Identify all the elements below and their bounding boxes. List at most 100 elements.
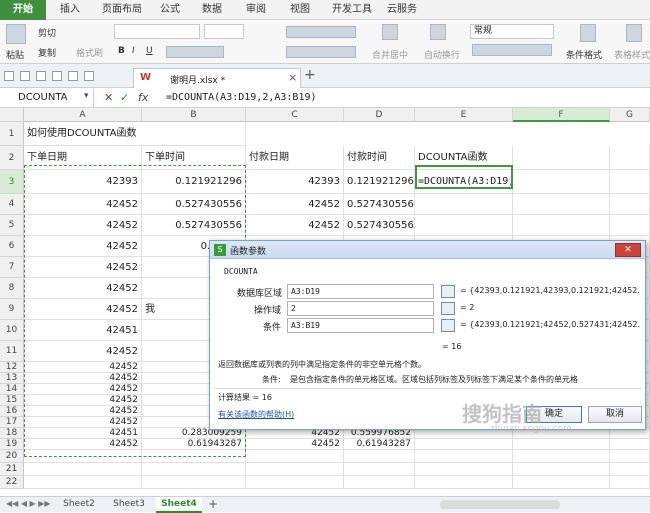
table-cell[interactable] xyxy=(610,476,650,489)
tab-formulas[interactable]: 公式 xyxy=(152,0,188,20)
column-header-g[interactable]: G xyxy=(610,108,650,122)
border-fill-icons[interactable] xyxy=(166,46,224,58)
row-header[interactable]: 14 xyxy=(0,384,24,395)
redo-icon[interactable] xyxy=(84,71,94,81)
name-box-dropdown-icon[interactable]: ▾ xyxy=(84,91,89,101)
row-header[interactable]: 7 xyxy=(0,257,24,278)
column-header-a[interactable]: A xyxy=(24,108,142,122)
row-header[interactable]: 6 xyxy=(0,236,24,257)
table-cell[interactable]: 0.61943287 xyxy=(344,439,415,450)
table-cell[interactable]: 42452 xyxy=(246,439,344,450)
align-icons[interactable] xyxy=(286,26,356,38)
range-picker-icon[interactable] xyxy=(441,302,455,315)
close-tab-icon[interactable]: × xyxy=(288,71,297,84)
preview-icon[interactable] xyxy=(52,71,62,81)
table-cell[interactable] xyxy=(610,463,650,476)
sheet-nav-icon[interactable]: ◀◀ ◀ ▶ ▶▶ xyxy=(6,499,51,508)
tab-review[interactable]: 审阅 xyxy=(238,0,274,20)
table-cell[interactable]: 付款时间 xyxy=(344,146,415,170)
dialog-close-button[interactable]: ✕ xyxy=(615,243,641,257)
table-cell[interactable] xyxy=(513,146,610,170)
table-cell[interactable] xyxy=(415,476,513,489)
range-picker-icon[interactable] xyxy=(441,285,455,298)
number-format-icons[interactable] xyxy=(472,44,552,56)
row-header[interactable]: 10 xyxy=(0,320,24,341)
column-header-f[interactable]: F xyxy=(513,108,610,122)
table-cell[interactable] xyxy=(513,476,610,489)
row-header[interactable]: 9 xyxy=(0,299,24,320)
column-header-c[interactable]: C xyxy=(246,108,344,122)
open-icon[interactable] xyxy=(4,71,14,81)
row-header[interactable]: 13 xyxy=(0,373,24,384)
table-cell[interactable] xyxy=(415,450,513,463)
table-cell[interactable]: 42452 xyxy=(246,194,344,215)
font-size-select[interactable] xyxy=(204,24,244,39)
sheet-tab-sheet3[interactable]: Sheet3 xyxy=(106,497,152,513)
row-header[interactable]: 16 xyxy=(0,406,24,417)
row-header[interactable]: 3 xyxy=(0,170,24,194)
conditional-format-button[interactable]: 条件格式 xyxy=(566,48,602,61)
table-cell[interactable]: 42393 xyxy=(246,170,344,194)
column-header-d[interactable]: D xyxy=(344,108,415,122)
tab-view[interactable]: 视图 xyxy=(282,0,318,20)
table-cell[interactable] xyxy=(513,450,610,463)
table-cell[interactable] xyxy=(24,476,142,489)
tab-home[interactable]: 开始 xyxy=(0,0,46,20)
print-icon[interactable] xyxy=(36,71,46,81)
column-header-e[interactable]: E xyxy=(415,108,513,122)
table-cell[interactable] xyxy=(246,463,344,476)
table-cell[interactable] xyxy=(415,215,513,236)
column-header-b[interactable]: B xyxy=(142,108,246,122)
sheet-tab-sheet2[interactable]: Sheet2 xyxy=(56,497,102,513)
table-cell[interactable]: 0.121921296 xyxy=(344,170,415,194)
row-header[interactable]: 19 xyxy=(0,439,24,450)
table-cell[interactable] xyxy=(610,194,650,215)
formula-input[interactable]: =DCOUNTA(A3:D19,2,A3:B19) xyxy=(166,88,317,108)
table-style-icon[interactable] xyxy=(626,24,642,42)
table-cell[interactable] xyxy=(142,463,246,476)
table-cell[interactable] xyxy=(513,463,610,476)
tab-developer[interactable]: 开发工具 xyxy=(326,0,378,20)
wrap-text-icon[interactable] xyxy=(430,24,446,40)
horizontal-scrollbar[interactable] xyxy=(440,500,560,509)
tab-page-layout[interactable]: 页面布局 xyxy=(94,0,150,20)
table-cell[interactable] xyxy=(246,450,344,463)
row-header[interactable]: 21 xyxy=(0,463,24,476)
format-painter-button[interactable]: 格式刷 xyxy=(76,46,103,59)
table-cell[interactable] xyxy=(246,476,344,489)
table-cell[interactable]: 0.527430556 xyxy=(344,194,415,215)
save-icon[interactable] xyxy=(20,71,30,81)
font-family-select[interactable] xyxy=(114,24,200,39)
table-cell[interactable] xyxy=(610,146,650,170)
new-tab-icon[interactable]: + xyxy=(304,67,316,83)
table-style-button[interactable]: 表格样式 xyxy=(614,48,650,61)
table-cell[interactable] xyxy=(142,476,246,489)
paste-button[interactable]: 粘贴 xyxy=(6,48,24,61)
row-header[interactable]: 20 xyxy=(0,450,24,463)
add-sheet-icon[interactable]: + xyxy=(208,497,218,511)
row-header[interactable]: 2 xyxy=(0,146,24,170)
row-header[interactable]: 15 xyxy=(0,395,24,406)
tab-insert[interactable]: 插入 xyxy=(50,0,90,20)
table-cell[interactable] xyxy=(513,215,610,236)
wrap-text-button[interactable]: 自动换行 xyxy=(424,48,460,61)
row-header[interactable]: 12 xyxy=(0,362,24,373)
table-cell[interactable] xyxy=(610,450,650,463)
row-header[interactable]: 4 xyxy=(0,194,24,215)
table-cell[interactable] xyxy=(610,170,650,194)
align-icons-row2[interactable] xyxy=(286,46,356,58)
name-box[interactable]: DCOUNTA xyxy=(0,89,94,107)
cancel-button[interactable]: 取消 xyxy=(588,406,642,423)
table-cell[interactable] xyxy=(344,450,415,463)
table-cell[interactable] xyxy=(24,463,142,476)
table-cell[interactable] xyxy=(610,439,650,450)
table-cell[interactable] xyxy=(344,463,415,476)
bold-button[interactable]: B xyxy=(118,46,125,56)
cut-button[interactable]: 剪切 xyxy=(38,26,56,39)
table-cell[interactable] xyxy=(415,463,513,476)
arg-input-criteria[interactable]: A3:B19 xyxy=(287,318,434,333)
insert-function-icon[interactable]: fx xyxy=(138,88,148,108)
tab-cloud[interactable]: 云服务 xyxy=(382,0,422,20)
table-cell[interactable] xyxy=(513,194,610,215)
document-tab[interactable]: W 谢明月.xlsx * × xyxy=(133,68,301,88)
